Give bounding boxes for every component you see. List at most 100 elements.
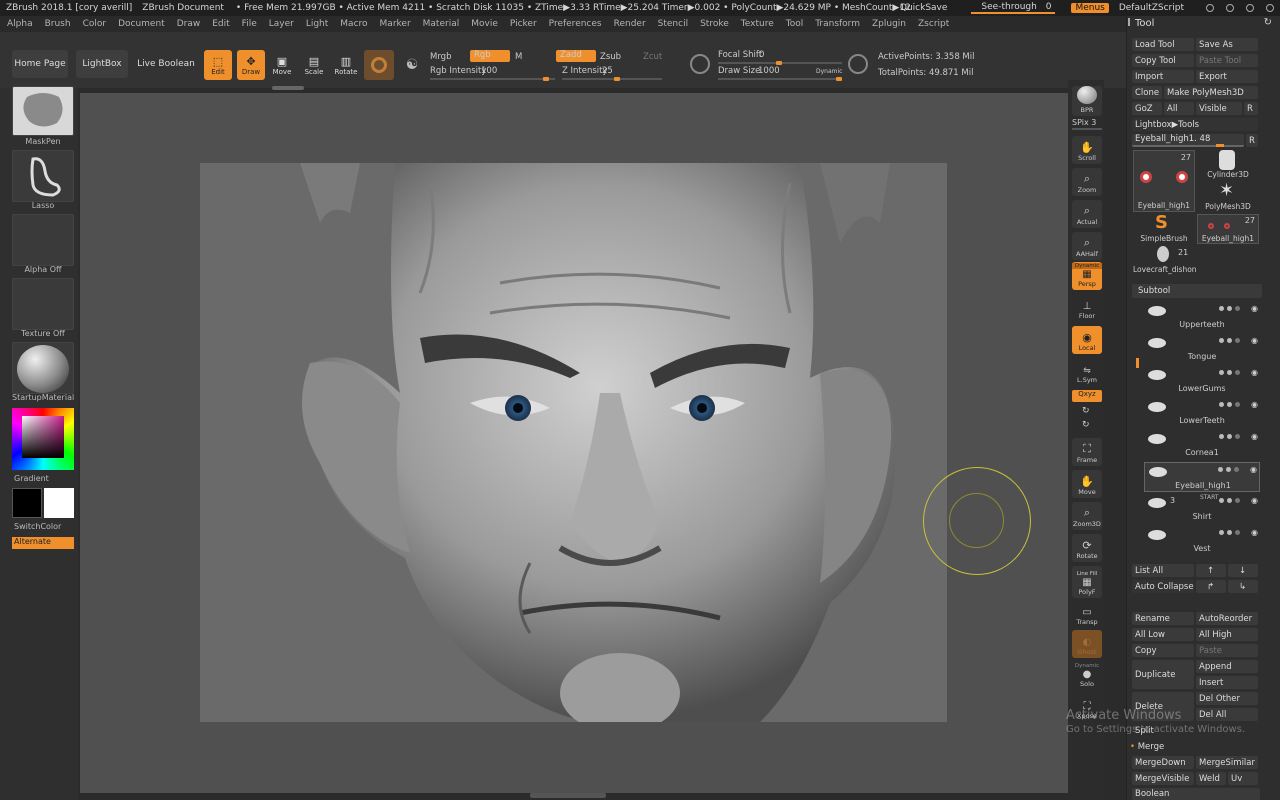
tool-thumb-eyeball[interactable]: 27 Eyeball_high1 [1133, 150, 1195, 212]
persp-button[interactable]: Dynamic ▦ Persp [1072, 262, 1102, 290]
toggle-dot-icon[interactable] [1227, 402, 1233, 407]
document-canvas[interactable] [200, 163, 947, 722]
move-up-button[interactable]: ↑ [1196, 564, 1226, 577]
toggle-dot-icon[interactable] [1235, 338, 1241, 343]
lightbox-button[interactable]: LightBox [76, 50, 128, 78]
copy-subtool-button[interactable]: Copy [1132, 644, 1194, 657]
menu-brush[interactable]: Brush [45, 19, 71, 29]
circle-icon[interactable] [1226, 4, 1234, 12]
eye-icon[interactable]: ◉ [1251, 496, 1258, 505]
all-high-button[interactable]: All High [1196, 628, 1258, 641]
solo-button[interactable]: Dynamic ● Solo [1072, 660, 1102, 690]
refresh-icon[interactable]: ↻ [1264, 17, 1272, 28]
menu-light[interactable]: Light [306, 19, 328, 29]
load-tool-button[interactable]: Load Tool [1132, 38, 1194, 51]
menu-zplugin[interactable]: Zplugin [872, 19, 906, 29]
live-boolean-button[interactable]: Live Boolean [136, 50, 196, 78]
d-icon[interactable] [848, 54, 868, 74]
bpr-button[interactable]: BPR [1072, 86, 1102, 116]
subtool-row[interactable]: ◉ 3 START Shirt [1144, 494, 1260, 524]
subtool-controls[interactable]: ◉ [1219, 368, 1258, 377]
menu-edit[interactable]: Edit [212, 19, 229, 29]
color-sphere-button[interactable]: ☯ [398, 50, 426, 80]
subtool-row[interactable]: ◉ Upperteeth [1144, 302, 1260, 332]
focal-shift-slider[interactable]: Focal Shift 0 [718, 50, 842, 65]
move-down-button[interactable]: ↓ [1228, 564, 1258, 577]
toggle-dot-icon[interactable] [1227, 498, 1233, 503]
frame-button[interactable]: ⛶ Frame [1072, 438, 1102, 466]
all-low-button[interactable]: All Low [1132, 628, 1194, 641]
tool-thumb-eyeball-2[interactable]: 27 Eyeball_high1 [1197, 214, 1259, 244]
main-color-swatch[interactable] [12, 488, 42, 518]
subtool-row[interactable]: ◉ Cornea1 [1144, 430, 1260, 460]
m-button[interactable]: M [515, 52, 522, 62]
eye-icon[interactable]: ◉ [1251, 528, 1258, 537]
rgb-button[interactable]: Rgb [470, 50, 510, 62]
window-controls[interactable] [1200, 4, 1274, 12]
merge-down-button[interactable]: MergeDown [1132, 756, 1194, 769]
eye-icon[interactable]: ◉ [1251, 400, 1258, 409]
menu-alpha[interactable]: Alpha [7, 19, 33, 29]
zsub-button[interactable]: Zsub [600, 52, 621, 62]
auto-collapse-button[interactable]: Auto Collapse [1132, 580, 1194, 593]
current-tool-r-button[interactable]: R [1246, 134, 1258, 147]
menu-tool[interactable]: Tool [786, 19, 803, 29]
subtool-controls[interactable]: ◉ [1219, 432, 1258, 441]
texture-thumbnail[interactable] [12, 278, 74, 330]
paste-tool-button[interactable]: Paste Tool [1196, 54, 1258, 67]
move-view-button[interactable]: ✋ Move [1072, 470, 1102, 498]
autoreorder-button[interactable]: AutoReorder [1196, 612, 1258, 625]
menu-preferences[interactable]: Preferences [549, 19, 602, 29]
toggle-dot-icon[interactable] [1219, 530, 1225, 535]
toggle-dot-icon[interactable] [1219, 402, 1225, 407]
goz-visible-button[interactable]: Visible [1196, 102, 1242, 115]
toggle-dot-icon[interactable] [1227, 370, 1233, 375]
menu-picker[interactable]: Picker [510, 19, 537, 29]
duplicate-button[interactable]: Duplicate [1132, 660, 1194, 689]
clone-button[interactable]: Clone [1132, 86, 1162, 99]
subtool-row[interactable]: ◉ Eyeball_high1 [1144, 462, 1260, 492]
del-all-button[interactable]: Del All [1196, 708, 1258, 721]
eye-icon[interactable]: ◉ [1251, 432, 1258, 441]
canvas-top-scroll-handle[interactable] [272, 86, 304, 90]
secondary-color-swatch[interactable] [44, 488, 74, 518]
toggle-dot-icon[interactable] [1234, 467, 1240, 472]
toggle-dot-icon[interactable] [1235, 370, 1241, 375]
scroll-button[interactable]: ✋ Scroll [1072, 136, 1102, 164]
spix-slider[interactable]: SPix 3 [1072, 118, 1102, 130]
tool-panel-title[interactable]: Tool [1135, 18, 1154, 29]
toggle-dot-icon[interactable] [1226, 467, 1232, 472]
menu-movie[interactable]: Movie [471, 19, 498, 29]
canvas-bottom-scroll-handle[interactable] [530, 793, 606, 798]
menu-draw[interactable]: Draw [177, 19, 201, 29]
lsym-button[interactable]: ⇋ L.Sym [1072, 362, 1102, 386]
toggle-dot-icon[interactable] [1227, 434, 1233, 439]
home-page-button[interactable]: Home Page [12, 50, 68, 78]
subtool-header[interactable]: Subtool [1132, 284, 1262, 298]
switchcolor-button[interactable]: SwitchColor [14, 522, 76, 531]
tool-thumb-cylinder[interactable]: Cylinder3D [1197, 150, 1259, 180]
menu-zscript[interactable]: Zscript [918, 19, 949, 29]
quicksave-button[interactable]: QuickSave [900, 3, 948, 13]
tool-thumb-polymesh[interactable]: ✶ PolyMesh3D [1197, 180, 1259, 212]
subtool-row[interactable]: ◉ Vest [1144, 526, 1260, 556]
draw-size-slider[interactable]: Draw Size 1000 Dynamic [718, 66, 842, 81]
scale-mode-button[interactable]: ▤ Scale [300, 50, 328, 80]
save-as-button[interactable]: Save As [1196, 38, 1258, 51]
dynamic-size-label[interactable]: Dynamic [816, 68, 842, 75]
zoom-button[interactable]: ⌕ Zoom [1072, 168, 1102, 196]
toggle-dot-icon[interactable] [1227, 530, 1233, 535]
edit-mode-button[interactable]: ⬚ Edit [204, 50, 232, 80]
circle-icon[interactable] [1246, 4, 1254, 12]
toggle-dot-icon[interactable] [1227, 306, 1233, 311]
goz-button[interactable]: GoZ [1132, 102, 1162, 115]
subtool-row[interactable]: ◉ LowerTeeth [1144, 398, 1260, 428]
list-all-button[interactable]: List All [1132, 564, 1194, 577]
see-through-slider[interactable]: See-through 0 [971, 2, 1056, 14]
circle-icon[interactable] [1206, 4, 1214, 12]
make-polymesh-button[interactable]: Make PolyMesh3D [1164, 86, 1258, 99]
export-button[interactable]: Export [1196, 70, 1258, 83]
local-button[interactable]: ◉ Local [1072, 326, 1102, 354]
append-button[interactable]: Append [1196, 660, 1258, 673]
subtool-controls[interactable]: ◉ [1219, 304, 1258, 313]
